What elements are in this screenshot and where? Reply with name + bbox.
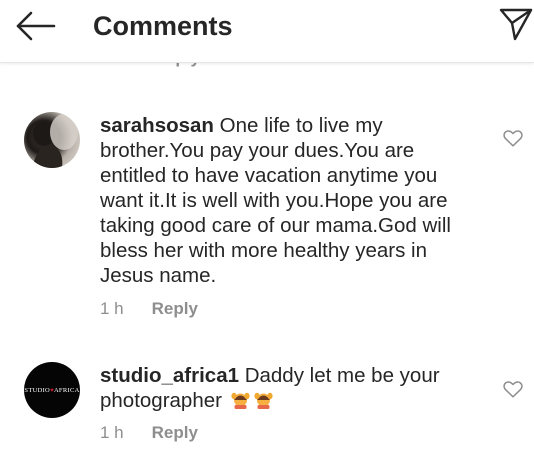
avatar[interactable]: STUDIO♥AFRICA (24, 362, 80, 418)
comment-body: studio_africa1 Daddy let me be your phot… (100, 363, 485, 413)
back-button[interactable] (14, 8, 58, 44)
comment-body: sarahsosan One life to live my brother.Y… (100, 113, 485, 288)
avatar[interactable] (24, 112, 80, 168)
raising-hands-person-emoji (253, 389, 274, 409)
reply-button[interactable]: Reply (152, 299, 198, 318)
comment-text: One life to live my brother.You pay your… (100, 114, 451, 287)
comment-meta: 1 h Reply (100, 299, 198, 319)
heart-outline-icon (503, 381, 523, 398)
comment-username[interactable]: sarahsosan (100, 114, 214, 137)
studio-africa-logo: STUDIO♥AFRICA (24, 386, 80, 394)
reply-button[interactable]: Reply (152, 423, 198, 442)
paper-plane-icon (499, 8, 533, 41)
like-button[interactable] (502, 378, 524, 400)
comment-time: 1 h (100, 299, 124, 318)
comment-time: 1 h (100, 423, 124, 442)
comment-meta: 1 h Reply (100, 423, 198, 443)
header-bar: Comments (0, 0, 534, 63)
comment-username[interactable]: studio_africa1 (100, 364, 239, 387)
profile-photo (32, 114, 78, 168)
heart-outline-icon (503, 130, 523, 147)
like-button[interactable] (502, 127, 524, 149)
raising-hands-person-emoji (230, 389, 251, 409)
arrow-left-icon (16, 11, 56, 41)
page-title: Comments (93, 11, 233, 41)
share-button[interactable] (498, 6, 534, 42)
